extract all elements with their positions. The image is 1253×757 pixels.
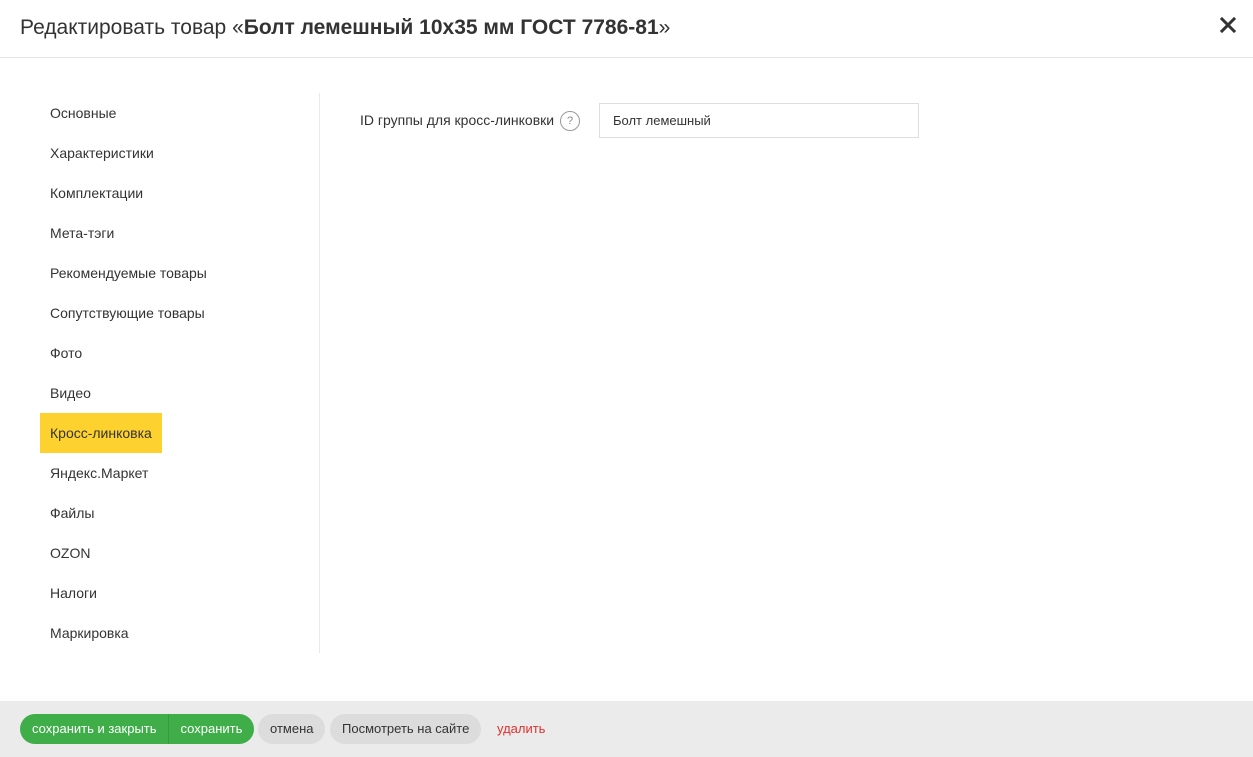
sidebar-item-yandex-market[interactable]: Яндекс.Маркет [40,453,158,493]
sidebar-item-files[interactable]: Файлы [40,493,104,533]
view-on-site-button[interactable]: Посмотреть на сайте [330,714,482,744]
close-button[interactable] [1217,14,1239,36]
crosslink-group-label: ID группы для кросс-линковки [360,112,555,128]
dialog-footer: сохранить и закрыть сохранить отмена Пос… [0,701,1253,757]
help-icon[interactable]: ? [560,111,580,131]
page-title: Редактировать товар «Болт лемешный 10x35… [20,15,670,41]
save-and-close-button[interactable]: сохранить и закрыть [20,714,169,744]
save-button-group: сохранить и закрыть сохранить [20,714,255,744]
sidebar-item-characteristics[interactable]: Характеристики [40,133,164,173]
sidebar-item-related[interactable]: Сопутствующие товары [40,293,215,333]
sidebar-item-configurations[interactable]: Комплектации [40,173,153,213]
crosslink-group-input[interactable] [599,103,919,138]
sidebar-item-ozon[interactable]: OZON [40,533,100,573]
sidebar-item-crosslinking[interactable]: Кросс-линковка [40,413,162,453]
crosslink-group-field: ID группы для кросс-линковки ? [360,103,960,138]
sidebar-item-meta-tags[interactable]: Мета-тэги [40,213,124,253]
title-suffix: » [658,16,671,39]
cancel-button[interactable]: отмена [258,714,326,744]
save-button[interactable]: сохранить [168,714,255,744]
edit-product-dialog: Редактировать товар «Болт лемешный 10x35… [0,0,1253,757]
title-prefix: Редактировать товар « [20,16,244,39]
sidebar-item-taxes[interactable]: Налоги [40,573,107,613]
product-name: Болт лемешный 10x35 мм ГОСТ 7786-81 [243,16,659,39]
sidebar-item-video[interactable]: Видео [40,373,101,413]
sidebar-item-main[interactable]: Основные [40,93,126,133]
sidebar-nav: Основные Характеристики Комплектации Мет… [40,93,320,653]
delete-link[interactable]: удалить [497,714,545,744]
sidebar-item-recommended[interactable]: Рекомендуемые товары [40,253,217,293]
sidebar-item-marking[interactable]: Маркировка [40,613,139,653]
sidebar-item-photo[interactable]: Фото [40,333,92,373]
close-icon [1219,16,1237,34]
dialog-header: Редактировать товар «Болт лемешный 10x35… [0,0,1253,58]
